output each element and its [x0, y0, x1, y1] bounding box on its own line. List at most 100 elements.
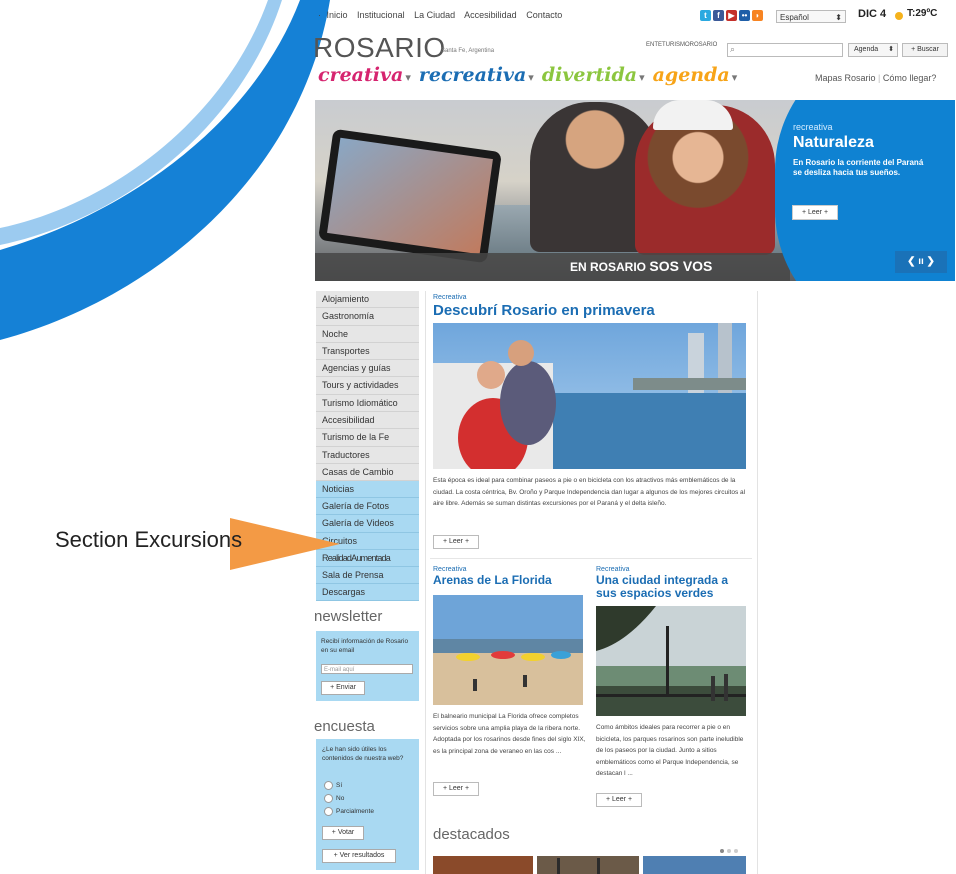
category-recreativa[interactable]: recreativa	[419, 64, 526, 86]
main-article-photo[interactable]	[433, 323, 746, 469]
left-article-photo[interactable]	[433, 595, 583, 705]
category-nav: creativa ▾ recreativa ▾ divertida ▾ agenda ▾	[318, 64, 745, 86]
left-article-title[interactable]: Arenas de La Florida	[433, 574, 593, 587]
ente-turismo-logo[interactable]: ENTETURISMOROSARIO	[646, 42, 717, 48]
date-display: DIC 4	[858, 8, 887, 20]
poll-results-button[interactable]: + Ver resultados	[322, 849, 396, 863]
category-creativa[interactable]: creativa	[318, 64, 403, 86]
top-nav-la-ciudad[interactable]: La Ciudad	[414, 10, 455, 20]
agenda-select[interactable]: Agenda ⬍	[848, 43, 898, 57]
search-button[interactable]: + Buscar	[902, 43, 948, 57]
left-article-kicker: Recreativa	[433, 566, 467, 573]
chevron-down-icon: ⬍	[835, 13, 842, 22]
newsletter-email-field[interactable]: E-mail aquí	[321, 664, 413, 674]
menu-item-noticias[interactable]: Noticias	[316, 481, 419, 499]
menu-item-alojamiento[interactable]: Alojamiento	[316, 291, 419, 309]
section-annotation: Section Excursions	[50, 518, 340, 570]
poll-option-si[interactable]: Sí	[324, 781, 342, 790]
hero-title: Naturaleza	[793, 134, 874, 151]
poll-vote-button[interactable]: + Votar	[322, 826, 364, 840]
carousel-controls[interactable]: ❮ ıı ❯	[895, 251, 947, 273]
flickr-icon[interactable]: ••	[739, 10, 750, 21]
menu-item-gastronomia[interactable]: Gastronomía	[316, 308, 419, 326]
top-nav-inicio[interactable]: Inicio	[327, 10, 348, 20]
featured-photo[interactable]	[643, 856, 746, 874]
main-article-kicker: Recreativa	[433, 294, 467, 301]
poll-question: ¿Le han sido útiles los contenidos de nu…	[322, 746, 404, 762]
featured-photo[interactable]	[537, 856, 639, 874]
hero-tablet-photo	[318, 128, 502, 264]
hero-banner-text: EN ROSARIO SOS VOS	[570, 258, 712, 274]
menu-item-traductores[interactable]: Traductores	[316, 446, 419, 464]
right-article-photo[interactable]	[596, 606, 746, 716]
top-nav: · Inicio Institucional La Ciudad Accesib…	[318, 10, 569, 20]
radio-icon[interactable]	[324, 781, 333, 790]
search-icon: ⌕	[730, 44, 736, 54]
right-article-body: Como ámbitos ideales para recorrer a pie…	[596, 724, 744, 777]
menu-item-descargas[interactable]: Descargas	[316, 584, 419, 602]
header-right-links: Mapas Rosario | Cómo llegar?	[815, 73, 936, 83]
hero-kicker: recreativa	[793, 122, 833, 132]
tablet-screen-photo	[327, 137, 493, 255]
sun-icon	[895, 12, 903, 20]
pagination-dot[interactable]	[734, 849, 738, 853]
featured-pagination[interactable]	[720, 849, 738, 853]
left-menu-primary: Alojamiento Gastronomía Noche Transporte…	[316, 291, 419, 482]
pagination-dot[interactable]	[727, 849, 731, 853]
poll-option-label: No	[336, 795, 345, 803]
top-nav-institucional[interactable]: Institucional	[357, 10, 405, 20]
menu-item-accesibilidad[interactable]: Accesibilidad	[316, 412, 419, 430]
menu-item-turismo-fe[interactable]: Turismo de la Fe	[316, 429, 419, 447]
right-article-title[interactable]: Una ciudad integrada a sus espacios verd…	[596, 574, 746, 600]
agenda-select-label: Agenda	[854, 46, 879, 53]
pagination-dot[interactable]	[720, 849, 724, 853]
link-como-llegar[interactable]: Cómo llegar?	[883, 73, 937, 83]
poll-heading: encuesta	[314, 718, 375, 735]
language-select[interactable]: Español ⬍	[776, 10, 846, 23]
left-article-read-button[interactable]: + Leer +	[433, 782, 479, 796]
temperature-display: T:29ºC	[907, 8, 938, 19]
rss-icon[interactable]: ◗	[752, 10, 763, 21]
chevron-down-icon: ▾	[639, 71, 645, 84]
separator: |	[878, 73, 881, 83]
menu-item-transportes[interactable]: Transportes	[316, 342, 419, 361]
hero-read-more-button[interactable]: + Leer +	[792, 205, 838, 220]
main-article-title[interactable]: Descubrí Rosario en primavera	[433, 302, 655, 319]
newsletter-send-button[interactable]: + Enviar	[321, 681, 365, 695]
poll-option-label: Parcialmente	[336, 808, 374, 816]
left-article-body: El balneario municipal La Florida ofrece…	[433, 713, 586, 755]
top-nav-contacto[interactable]: Contacto	[526, 10, 562, 20]
radio-icon[interactable]	[324, 807, 333, 816]
main-article-read-button[interactable]: + Leer +	[433, 535, 479, 549]
radio-icon[interactable]	[324, 794, 333, 803]
category-divertida[interactable]: divertida	[542, 64, 637, 86]
hero-carousel[interactable]: EN ROSARIO SOS VOS recreativa Naturaleza…	[315, 100, 955, 281]
menu-item-turismo-idiomatico[interactable]: Turismo Idiomático	[316, 394, 419, 413]
poll-option-no[interactable]: No	[324, 794, 344, 803]
newsletter-box: Recibí información de Rosario en su emai…	[316, 631, 419, 701]
right-article-read-button[interactable]: + Leer +	[596, 793, 642, 807]
site-logo[interactable]: ROSARIO	[313, 32, 446, 64]
menu-item-tours[interactable]: Tours y actividades	[316, 377, 419, 395]
menu-item-galeria-fotos[interactable]: Galería de Fotos	[316, 498, 419, 516]
language-label: Español	[780, 13, 809, 22]
social-links: t f ▶ •• ◗	[700, 10, 763, 21]
chevron-down-icon: ▾	[731, 71, 738, 84]
facebook-icon[interactable]: f	[713, 10, 724, 21]
search-input[interactable]: ⌕	[727, 43, 843, 57]
hero-banner	[315, 253, 790, 281]
link-mapas-rosario[interactable]: Mapas Rosario	[815, 73, 876, 83]
category-agenda[interactable]: agenda	[653, 64, 730, 86]
featured-photo[interactable]	[433, 856, 533, 874]
menu-item-casas-cambio[interactable]: Casas de Cambio	[316, 463, 419, 482]
menu-item-noche[interactable]: Noche	[316, 325, 419, 343]
arrow-right-icon	[230, 518, 340, 570]
youtube-icon[interactable]: ▶	[726, 10, 737, 21]
right-article-kicker: Recreativa	[596, 566, 630, 573]
hero-description: En Rosario la corriente del Paraná se de…	[793, 158, 924, 177]
poll-option-parcialmente[interactable]: Parcialmente	[324, 807, 374, 816]
twitter-icon[interactable]: t	[700, 10, 711, 21]
top-nav-accesibilidad[interactable]: Accesibilidad	[464, 10, 517, 20]
menu-item-agencias[interactable]: Agencias y guías	[316, 360, 419, 378]
bullet-icon: ·	[318, 10, 321, 20]
